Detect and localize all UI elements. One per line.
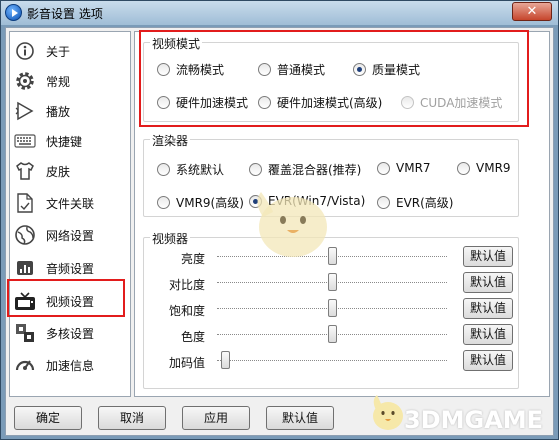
video-settings-panel: 视频模式 流畅模式 普通模式 质量模式 硬件加速模式 硬件加速模式(高级) CU… <box>134 30 550 397</box>
hue-row: 色度 默认值 <box>137 324 513 346</box>
renderer-vmr9-radio[interactable]: VMR9 <box>457 161 511 175</box>
saturation-row: 饱和度 默认值 <box>137 298 513 320</box>
slider-thumb[interactable] <box>328 273 337 291</box>
mascot-watermark <box>257 192 327 257</box>
gamma-default-button[interactable]: 默认值 <box>463 350 513 371</box>
sidebar-item-file-assoc[interactable]: 文件关联 <box>14 188 126 218</box>
video-adjust-legend: 视频器 <box>150 230 191 247</box>
contrast-default-button[interactable]: 默认值 <box>463 272 513 293</box>
contrast-label: 对比度 <box>168 278 205 292</box>
radio-circle <box>377 161 390 175</box>
settings-window: 影音设置 选项 ✕ 关于 常规 播放 快捷键 皮肤 文件关联 网络设置 音频设置… <box>0 0 559 440</box>
saturation-default-button[interactable]: 默认值 <box>463 298 513 319</box>
gamma-row: 加码值 默认值 <box>137 350 513 372</box>
settings-sidebar: 关于 常规 播放 快捷键 皮肤 文件关联 网络设置 音频设置 视频设置 多核设置… <box>9 31 131 397</box>
contrast-slider[interactable] <box>217 273 447 291</box>
sidebar-item-hotkeys[interactable]: 快捷键 <box>14 126 126 156</box>
cancel-button[interactable]: 取消 <box>98 406 166 430</box>
contrast-row: 对比度 默认值 <box>137 272 513 294</box>
slider-thumb[interactable] <box>328 299 337 317</box>
site-watermark: 3DMGAME <box>404 406 544 434</box>
info-icon <box>14 40 36 62</box>
video-settings-highlight-frame <box>7 279 125 317</box>
slider-thumb[interactable] <box>328 325 337 343</box>
brightness-default-button[interactable]: 默认值 <box>463 246 513 267</box>
slider-thumb[interactable] <box>221 351 230 369</box>
brightness-label: 亮度 <box>180 252 205 266</box>
sidebar-item-skin[interactable]: 皮肤 <box>14 156 126 186</box>
dialog-body: 关于 常规 播放 快捷键 皮肤 文件关联 网络设置 音频设置 视频设置 多核设置… <box>5 27 554 436</box>
gamma-slider[interactable] <box>217 351 447 369</box>
apply-button[interactable]: 应用 <box>182 406 250 430</box>
globe-icon <box>14 224 36 246</box>
renderer-vmr9-advanced-radio[interactable]: VMR9(高级) <box>157 194 244 211</box>
keyboard-icon <box>14 130 36 152</box>
file-icon <box>14 192 36 214</box>
radio-circle <box>157 196 170 209</box>
renderer-system-default-radio[interactable]: 系统默认 <box>157 161 224 178</box>
hue-default-button[interactable]: 默认值 <box>463 324 513 345</box>
ok-button[interactable]: 确定 <box>14 406 82 430</box>
renderer-evr-advanced-radio[interactable]: EVR(高级) <box>377 194 454 211</box>
shirt-icon <box>14 160 36 182</box>
renderer-legend: 渲染器 <box>150 132 191 149</box>
mascot-logo <box>373 395 403 430</box>
sidebar-item-multicore[interactable]: 多核设置 <box>14 318 126 348</box>
speedometer-icon <box>14 354 36 376</box>
sidebar-item-about[interactable]: 关于 <box>14 36 126 66</box>
sidebar-item-general[interactable]: 常规 <box>14 66 126 96</box>
hue-slider[interactable] <box>217 325 447 343</box>
saturation-label: 饱和度 <box>168 304 205 318</box>
hue-label: 色度 <box>180 330 205 344</box>
title-bar[interactable]: 影音设置 选项 ✕ <box>1 1 558 25</box>
saturation-slider[interactable] <box>217 299 447 317</box>
radio-circle <box>457 161 470 175</box>
sidebar-item-network[interactable]: 网络设置 <box>14 220 126 250</box>
cpu-icon <box>14 322 36 344</box>
restore-defaults-button[interactable]: 默认值 <box>266 406 334 430</box>
renderer-vmr7-radio[interactable]: VMR7 <box>377 161 431 175</box>
sidebar-item-playback[interactable]: 播放 <box>14 96 126 126</box>
audio-icon <box>14 257 36 279</box>
video-mode-highlight-frame <box>139 30 529 127</box>
window-title: 影音设置 选项 <box>27 7 103 21</box>
radio-circle <box>157 163 170 176</box>
gear-icon <box>14 70 36 92</box>
gamma-label: 加码值 <box>168 356 205 370</box>
play-icon <box>14 100 36 122</box>
close-button[interactable]: ✕ <box>512 2 552 21</box>
radio-circle <box>377 196 390 209</box>
sidebar-item-accel-info[interactable]: 加速信息 <box>14 350 126 380</box>
player-app-icon <box>5 4 22 21</box>
